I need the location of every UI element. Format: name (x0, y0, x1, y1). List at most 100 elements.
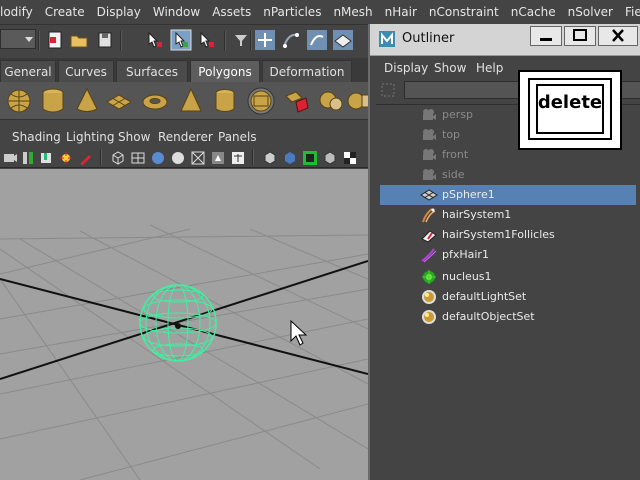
toolbar-divider (252, 149, 254, 165)
viewport-scene (0, 224, 368, 480)
grease-pencil-icon[interactable] (78, 150, 94, 166)
poly-soccer-ball-icon[interactable] (246, 86, 276, 116)
snap-grid-icon[interactable] (254, 29, 276, 51)
outliner-item-defaultlightset[interactable]: defaultLightSet (380, 287, 636, 307)
outliner-item-defaultobjectset[interactable]: defaultObjectSet (380, 307, 636, 327)
nucleus-icon (422, 270, 436, 284)
select-hierarchy-icon[interactable] (144, 29, 166, 51)
grid-toggle-icon[interactable] (130, 150, 146, 166)
filter-icon[interactable] (380, 82, 396, 98)
snap-plane-icon[interactable] (332, 29, 354, 51)
toolbar-divider (250, 31, 252, 51)
wireframe-icon[interactable] (110, 150, 126, 166)
menu-assets[interactable]: Assets (206, 0, 257, 24)
open-scene-icon[interactable] (68, 29, 90, 51)
use-all-lights-icon[interactable] (230, 150, 246, 166)
outliner-item-label: pfxHair1 (442, 248, 489, 261)
panel-menu-lighting[interactable]: Lighting (66, 126, 115, 148)
poly-plane-icon[interactable] (104, 86, 134, 116)
outliner-menu-show[interactable]: Show (434, 58, 466, 78)
camera-icon (423, 169, 436, 180)
grid-axes (0, 260, 368, 380)
textured-icon[interactable] (210, 150, 226, 166)
bookmarks-icon[interactable] (38, 150, 54, 166)
new-scene-icon[interactable] (44, 29, 66, 51)
toolbar-divider (100, 149, 102, 165)
poly-pipe-icon[interactable] (210, 86, 240, 116)
tab-general[interactable]: General (0, 60, 56, 82)
outliner-item-hairsystem1[interactable]: hairSystem1 (380, 205, 636, 225)
image-plane-icon[interactable] (58, 150, 74, 166)
tab-surfaces[interactable]: Surfaces (116, 60, 188, 82)
mesh-icon (420, 189, 438, 201)
minimize-button[interactable] (530, 26, 562, 46)
minimize-icon (540, 38, 552, 41)
toolbar-divider (38, 31, 40, 51)
polygons-shelf (0, 82, 373, 120)
smooth-shade-icon[interactable] (150, 150, 166, 166)
snap-curve-icon[interactable] (280, 29, 302, 51)
isolate-select-icon[interactable] (262, 150, 278, 166)
mouse-cursor-icon (290, 319, 308, 346)
menu-display[interactable]: Display (91, 0, 147, 24)
poly-sphere-icon[interactable] (4, 86, 34, 116)
close-button[interactable] (598, 26, 638, 46)
outliner-titlebar[interactable]: Outliner (370, 24, 640, 56)
camera-icon (423, 149, 436, 160)
poly-combine-icon[interactable] (316, 86, 346, 116)
poly-prism-icon[interactable] (176, 86, 206, 116)
toolbar-divider (120, 31, 122, 51)
panel-menu-shading[interactable]: Shading (12, 126, 61, 148)
menu-nconstraint[interactable]: nConstraint (423, 0, 505, 24)
camera-icon (423, 129, 436, 140)
checker-icon[interactable] (342, 150, 358, 166)
menu-create[interactable]: Create (39, 0, 91, 24)
save-scene-icon[interactable] (94, 29, 116, 51)
select-object-icon[interactable] (170, 29, 192, 51)
default-material-icon[interactable] (170, 150, 186, 166)
camera-attributes-icon[interactable] (20, 150, 36, 166)
menu-ncache[interactable]: nCache (505, 0, 562, 24)
panel-menu-show[interactable]: Show (118, 126, 150, 148)
select-component-icon[interactable] (196, 29, 218, 51)
tab-deformation[interactable]: Deformation (262, 60, 352, 82)
outliner-item-psphere1[interactable]: pSphere1 (380, 185, 636, 205)
menu-nparticles[interactable]: nParticles (257, 0, 327, 24)
xray-joints-icon[interactable] (282, 150, 298, 166)
outliner-item-side[interactable]: side (380, 165, 636, 185)
maya-logo-icon (379, 31, 395, 47)
select-camera-icon[interactable] (2, 150, 18, 166)
menu-modify[interactable]: lodify (0, 0, 39, 24)
shaded-cube-icon[interactable] (322, 150, 338, 166)
resolution-gate-icon[interactable] (302, 150, 318, 166)
snap-point-icon[interactable] (306, 29, 328, 51)
delete-key-label: delete (537, 92, 603, 113)
panel-menu-panels[interactable]: Panels (218, 126, 257, 148)
outliner-item-nucleus1[interactable]: nucleus1 (380, 267, 636, 287)
panel-menu-renderer[interactable]: Renderer (158, 126, 213, 148)
menu-nhair[interactable]: nHair (379, 0, 423, 24)
outliner-item-pfxhair1[interactable]: pfxHair1 (380, 245, 636, 265)
panel-toolbar (0, 148, 372, 168)
menu-fields[interactable]: Fields (619, 0, 640, 24)
perspective-viewport[interactable] (0, 169, 368, 480)
snap-filter-icon[interactable] (230, 29, 252, 51)
menu-nsolver[interactable]: nSolver (562, 0, 619, 24)
outliner-item-hairsystem1follicles[interactable]: hairSystem1Follicles (380, 225, 636, 245)
outliner-item-label: hairSystem1 (442, 208, 512, 221)
xray-icon[interactable] (190, 150, 206, 166)
menu-set-dropdown[interactable] (0, 29, 36, 49)
tab-curves[interactable]: Curves (58, 60, 114, 82)
outliner-menu-display[interactable]: Display (384, 58, 428, 78)
poly-torus-icon[interactable] (140, 86, 170, 116)
menu-window[interactable]: Window (147, 0, 206, 24)
maximize-button[interactable] (564, 26, 596, 46)
poly-extrude-icon[interactable] (282, 86, 312, 116)
menu-nmesh[interactable]: nMesh (327, 0, 378, 24)
poly-cone-icon[interactable] (72, 86, 102, 116)
shelf-tabs: General Curves Surfaces Polygons Deforma… (0, 58, 372, 82)
outliner-menu-help[interactable]: Help (476, 58, 503, 78)
tab-polygons[interactable]: Polygons (190, 60, 260, 82)
toolbar-divider (224, 31, 226, 51)
poly-cylinder-icon[interactable] (38, 86, 68, 116)
